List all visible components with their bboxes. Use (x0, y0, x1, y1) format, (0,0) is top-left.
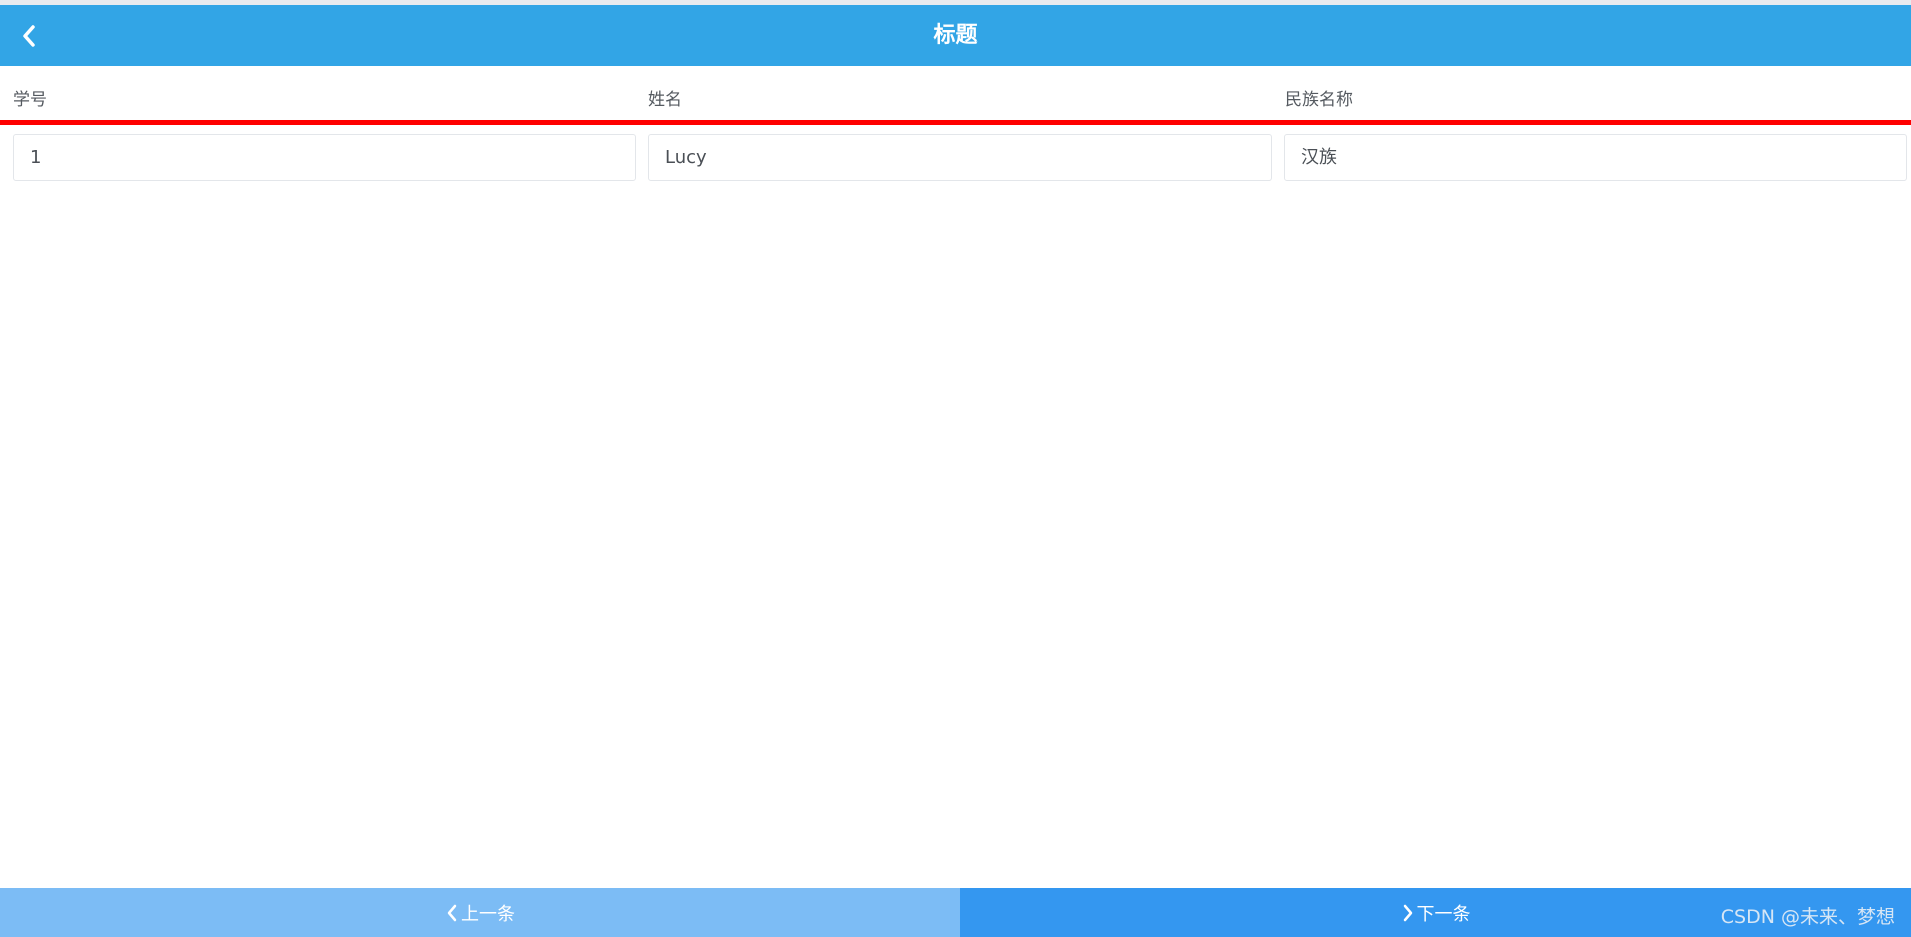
label-name: 姓名 (648, 90, 682, 110)
watermark: CSDN @未来、梦想 (1720, 906, 1895, 928)
name-field[interactable]: Lucy (648, 134, 1272, 181)
column-labels: 学号 姓名 民族名称 (0, 88, 1911, 116)
page: 标题 学号 姓名 民族名称 1 Lucy 汉族 上一条 下一条 CSDN @未来… (0, 0, 1911, 937)
page-title: 标题 (933, 23, 978, 48)
label-ethnicity: 民族名称 (1285, 90, 1353, 110)
footer-bar: 上一条 下一条 (0, 888, 1911, 937)
next-button-label: 下一条 (1416, 903, 1471, 925)
header-divider (0, 120, 1911, 125)
chevron-right-icon (1401, 904, 1415, 922)
ethnicity-field[interactable]: 汉族 (1284, 134, 1907, 181)
prev-button[interactable]: 上一条 (0, 888, 960, 937)
header-bar: 标题 (0, 5, 1911, 66)
prev-button-label: 上一条 (461, 903, 515, 925)
label-student-id: 学号 (13, 90, 47, 110)
chevron-left-icon (445, 904, 459, 922)
student-id-field[interactable]: 1 (13, 134, 636, 181)
